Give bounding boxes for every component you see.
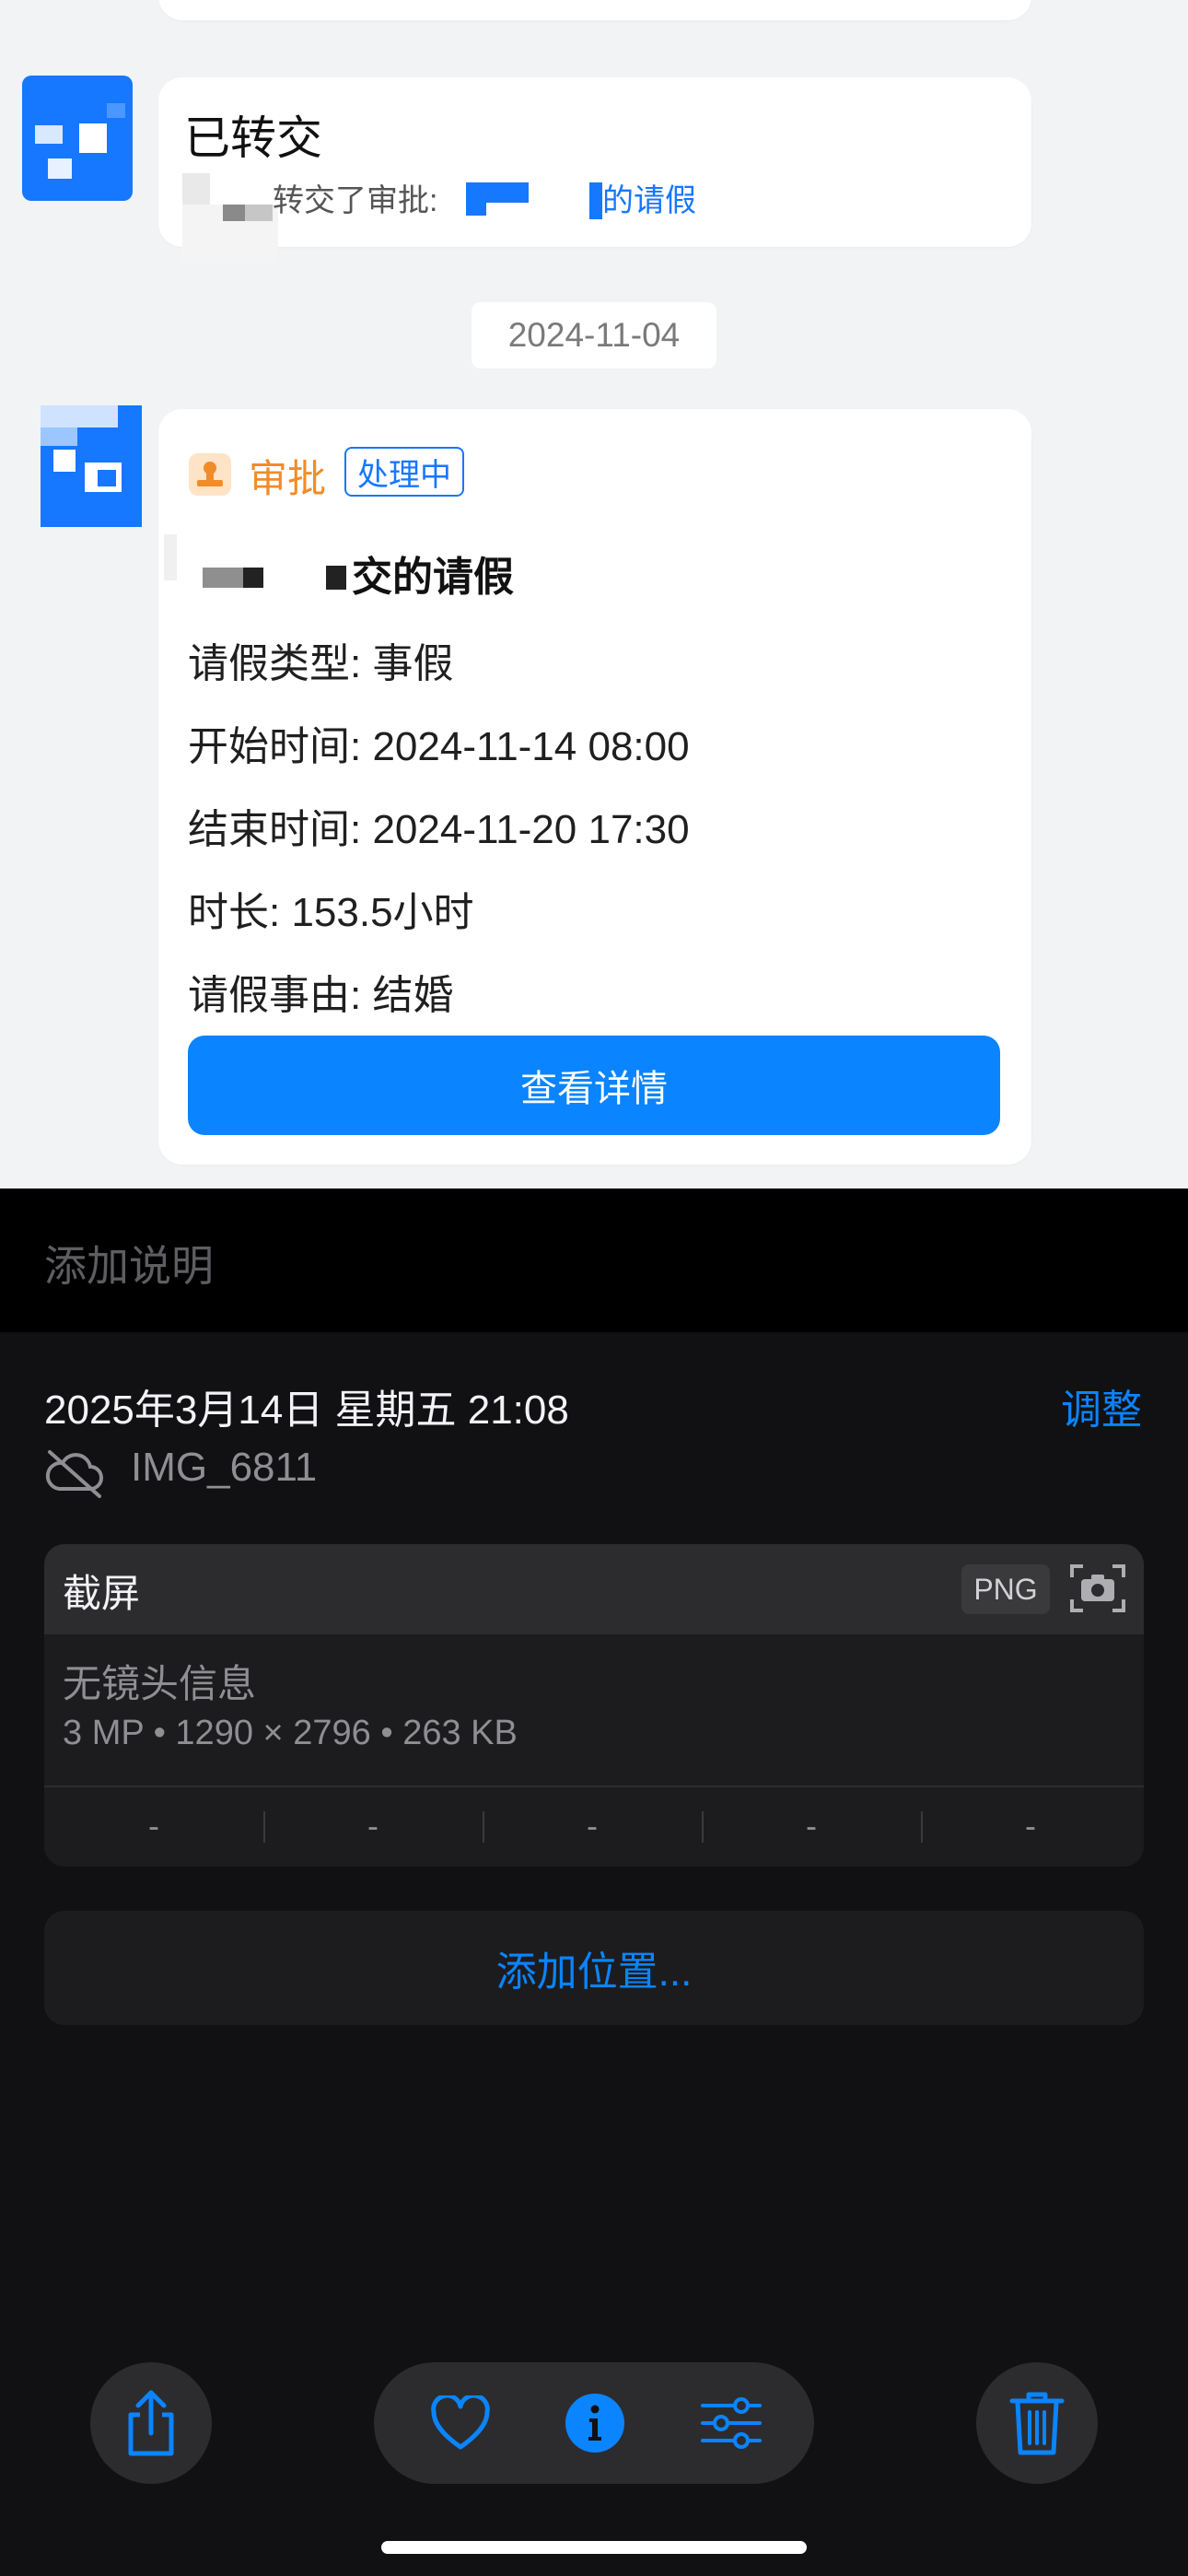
lens-info: 无镜头信息	[63, 1662, 257, 1705]
view-details-button[interactable]: 查看详情	[188, 1036, 1000, 1135]
approval-heading: 交的请假	[352, 555, 514, 600]
sliders-icon	[701, 2397, 762, 2449]
exif-value: -	[1025, 1807, 1036, 1844]
redacted-name	[243, 568, 263, 588]
edit-button[interactable]	[685, 2377, 777, 2469]
home-indicator[interactable]	[381, 2541, 807, 2554]
transfer-link[interactable]: 的请假	[602, 175, 696, 220]
redacted-link	[486, 182, 529, 203]
redacted-block	[164, 534, 177, 580]
stamp-icon	[189, 453, 231, 496]
redacted-link	[589, 182, 602, 219]
end-time: 结束时间: 2024-11-20 17:30	[188, 807, 690, 852]
toolbar-pill	[374, 2362, 814, 2484]
redacted-block	[223, 205, 245, 221]
sender-avatar[interactable]	[22, 76, 133, 201]
start-time: 开始时间: 2024-11-14 08:00	[188, 724, 690, 769]
exif-value: -	[587, 1807, 598, 1844]
cloud-off-icon	[44, 1446, 105, 1498]
sender-avatar[interactable]	[41, 405, 142, 527]
share-icon	[128, 2390, 174, 2456]
status-badge: 处理中	[344, 447, 464, 497]
delete-button[interactable]	[976, 2362, 1098, 2484]
format-badge: PNG	[961, 1564, 1050, 1614]
media-kind: 截屏	[63, 1572, 141, 1615]
heart-icon	[431, 2395, 490, 2450]
photo-datetime: 2025年3月14日 星期五 21:08	[44, 1388, 569, 1433]
date-divider: 2024-11-04	[472, 302, 716, 369]
favorite-button[interactable]	[414, 2377, 507, 2469]
caption-input[interactable]: 添加说明	[44, 1233, 214, 1294]
leave-reason: 请假事由: 结婚	[188, 973, 454, 1018]
redacted-name	[326, 566, 346, 590]
exif-value: -	[148, 1807, 159, 1844]
screenshot-camera-icon	[1068, 1561, 1127, 1616]
duration: 时长: 153.5小时	[188, 890, 474, 935]
redacted-block	[245, 205, 273, 221]
info-icon	[565, 2394, 624, 2453]
redacted-name	[203, 568, 243, 588]
leave-type: 请假类型: 事假	[188, 641, 454, 686]
transfer-title: 已转交	[184, 112, 322, 164]
info-button[interactable]	[549, 2377, 641, 2469]
add-location-button[interactable]: 添加位置...	[44, 1911, 1144, 2025]
metadata-card: 截屏 PNG 无镜头信息 3 MP • 1290 × 2796 • 263 KB…	[44, 1544, 1144, 1867]
transfer-text: 转交了审批:	[273, 183, 438, 218]
exif-value: -	[367, 1807, 379, 1844]
exif-value: -	[806, 1807, 817, 1844]
image-specs: 3 MP • 1290 × 2796 • 263 KB	[63, 1714, 518, 1752]
share-button[interactable]	[90, 2362, 212, 2484]
file-name: IMG_6811	[131, 1445, 318, 1490]
adjust-button[interactable]: 调整	[1061, 1376, 1142, 1435]
approval-tag: 审批	[249, 457, 327, 500]
redacted-link	[466, 182, 486, 216]
trash-icon	[1009, 2392, 1065, 2455]
previous-message-bubble[interactable]	[158, 0, 1031, 20]
